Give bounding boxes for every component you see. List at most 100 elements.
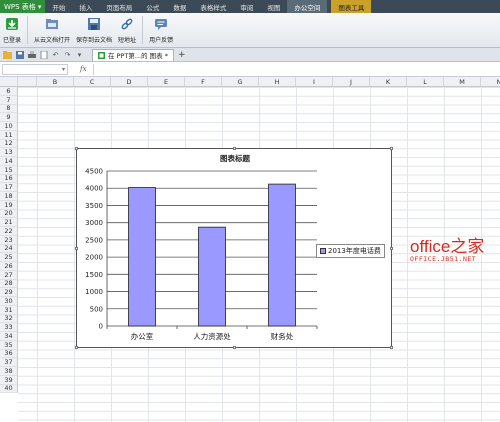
row-header[interactable]: 36 [0,349,18,359]
row-header[interactable]: 15 [0,166,18,175]
menu-data[interactable]: 数据 [166,0,193,13]
function-icon[interactable]: fx [80,65,87,73]
row-header[interactable]: 40 [0,384,18,394]
formula-input[interactable] [92,63,500,75]
menu-table-style[interactable]: 表格样式 [193,0,233,13]
print-icon[interactable] [27,50,36,59]
row-header[interactable]: 12 [0,139,18,149]
column-header[interactable]: N [481,77,500,87]
add-tab-button[interactable]: + [178,50,186,60]
chart-legend[interactable]: 2013年度电话费 [316,244,385,258]
document-tab-row: ↶ ↷ ▾ 在 PPT第...的 图表 * + [0,48,500,62]
row-header[interactable]: 38 [0,367,18,376]
row-header[interactable]: 9 [0,113,18,122]
row-header[interactable]: 8 [0,104,18,114]
name-box[interactable]: ▾ [2,63,68,75]
column-header[interactable]: C [74,77,111,87]
row-header[interactable]: 10 [0,122,18,131]
resize-handle[interactable] [75,147,78,150]
row-header[interactable]: 11 [0,131,18,140]
y-tick-label: 1500 [85,271,103,279]
resize-handle[interactable] [233,147,236,150]
row-header[interactable]: 21 [0,218,18,227]
row-header[interactable]: 18 [0,192,18,201]
row-header[interactable]: 39 [0,376,18,385]
row-header[interactable]: 27 [0,271,18,280]
menu-formula[interactable]: 公式 [139,0,166,13]
select-all-corner[interactable] [0,77,18,87]
row-header[interactable]: 31 [0,306,18,315]
row-header[interactable]: 17 [0,183,18,192]
row-header[interactable]: 16 [0,174,18,184]
column-header[interactable]: J [333,77,370,87]
resize-handle[interactable] [75,346,78,349]
feedback-button[interactable]: 用户反馈 [149,16,173,44]
login-label: 已登录 [3,37,22,44]
x-category-label: 办公室 [131,331,154,341]
save-icon[interactable] [15,50,24,59]
row-header[interactable]: 37 [0,358,18,367]
row-header[interactable]: 29 [0,288,18,297]
menu-bar: WPS 表格 ▾ 开始 插入 页面布局 公式 数据 表格样式 审阅 视图 办公空… [0,0,500,13]
row-header[interactable]: 28 [0,279,18,289]
feedback-label: 用户反馈 [149,37,174,44]
column-header[interactable]: K [370,77,407,87]
row-header[interactable]: 14 [0,157,18,166]
row-header[interactable]: 24 [0,244,18,254]
row-header[interactable]: 23 [0,236,18,245]
save-cloud-button[interactable]: 保存到云文档 [76,16,112,44]
menu-review[interactable]: 审阅 [233,0,260,13]
row-header[interactable]: 33 [0,323,18,332]
row-header[interactable]: 19 [0,201,18,210]
row-header[interactable]: 13 [0,148,18,157]
undo-icon[interactable]: ↶ [51,50,60,59]
row-header[interactable]: 34 [0,332,18,341]
column-header[interactable]: B [37,77,74,87]
print-preview-icon[interactable] [39,50,48,59]
column-header[interactable]: D [111,77,148,87]
chart-title[interactable]: 图表标题 [77,153,393,164]
short-address-button[interactable]: 短地址 [118,16,136,44]
redo-icon[interactable]: ↷ [63,50,72,59]
ribbon-separator [142,16,144,44]
column-header[interactable]: I [296,77,333,87]
column-header[interactable]: E [148,77,185,87]
row-header[interactable]: 30 [0,297,18,306]
row-header[interactable]: 22 [0,227,18,236]
resize-handle[interactable] [233,346,236,349]
menu-insert[interactable]: 插入 [72,0,99,13]
column-header[interactable]: L [407,77,444,87]
resize-handle[interactable] [390,247,393,250]
chart-object[interactable]: 0 500 1000 1500 2000 2500 3000 3500 4000 4500 办公室 人… [75,147,393,349]
more-icon[interactable]: ▾ [75,50,84,59]
folder-icon[interactable] [3,50,12,59]
document-tab[interactable]: 在 PPT第...的 图表 * [92,48,174,61]
formula-bar: ▾ fx [0,62,500,77]
menu-page-layout[interactable]: 页面布局 [99,0,139,13]
column-header[interactable]: H [259,77,296,87]
column-header[interactable]: M [444,77,481,87]
bar [198,226,226,327]
row-header[interactable]: 32 [0,314,18,324]
menu-office-space[interactable]: 办公空间 [287,0,328,13]
menu-view[interactable]: 视图 [260,0,287,13]
menu-home[interactable]: 开始 [45,0,72,13]
row-header[interactable]: 35 [0,341,18,350]
column-header[interactable]: F [185,77,222,87]
row-header[interactable]: 25 [0,253,18,262]
wps-app-button[interactable]: WPS 表格 ▾ [0,0,46,13]
resize-handle[interactable] [390,346,393,349]
row-header[interactable]: 20 [0,209,18,219]
resize-handle[interactable] [75,247,78,250]
row-header[interactable]: 6 [0,87,18,96]
login-button[interactable]: 已登录 [3,16,21,44]
row-header[interactable]: 26 [0,262,18,271]
legend-label: 2013年度电话费 [328,247,381,255]
menu-chart-tools[interactable]: 图表工具 [331,0,372,13]
column-header[interactable] [18,77,37,87]
resize-handle[interactable] [390,147,393,150]
column-header[interactable]: G [222,77,259,87]
row-header[interactable]: 7 [0,96,18,105]
open-cloud-button[interactable]: 从云文档打开 [34,16,70,44]
watermark-url: OFFICE.JB51.NET [410,255,477,263]
